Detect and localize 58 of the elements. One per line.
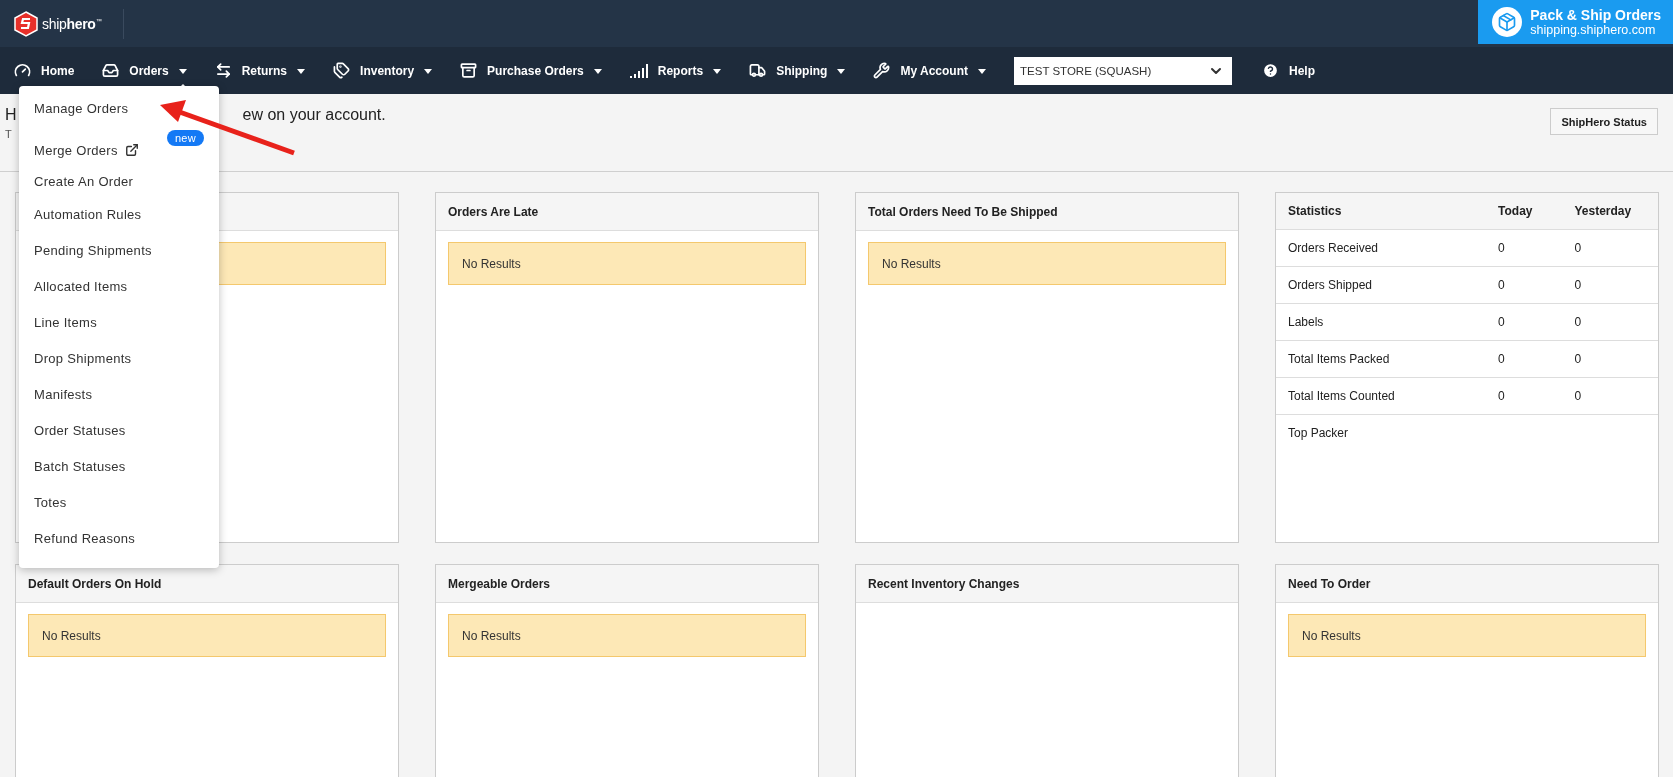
menu-item[interactable]: Pending Shipments <box>19 232 219 268</box>
menu-item[interactable]: Line Items <box>19 304 219 340</box>
nav-item[interactable]: Orders <box>102 62 169 79</box>
column-header: Yesterday <box>1562 193 1658 230</box>
brand-name: shiphero$^{™}$ <box>42 15 102 32</box>
menu-item[interactable]: Manifests <box>19 376 219 412</box>
menu-item[interactable]: Allocated Items <box>19 268 219 304</box>
page-heading: H <box>5 106 17 124</box>
panel-title: Recent Inventory Changes <box>868 576 1020 591</box>
table-cell: 0 <box>1498 278 1505 292</box>
nav-item[interactable]: Inventory <box>333 62 415 79</box>
table-cell: 0 <box>1498 315 1505 329</box>
table-cell: 0 <box>1574 278 1582 292</box>
nav-item[interactable]: Home <box>14 62 75 79</box>
table-cell: 0 <box>1498 389 1505 403</box>
table-cell: 0 <box>1498 241 1505 255</box>
menu-item[interactable]: Totes <box>19 484 219 520</box>
no-results-alert: No Results <box>1288 614 1646 657</box>
menu-item[interactable]: Drop Shipments <box>19 340 219 376</box>
page-subheading: T <box>5 128 12 140</box>
menu-item[interactable]: Create An Order <box>19 166 219 196</box>
no-results-alert: No Results <box>448 614 806 657</box>
no-results-alert: No Results <box>868 242 1226 285</box>
table-cell: 0 <box>1498 352 1505 366</box>
column-header: Statistics <box>1276 193 1487 230</box>
table-cell: 0 <box>1574 389 1582 403</box>
page-heading: ew on your account. <box>242 106 386 124</box>
no-results-alert: No Results <box>448 242 806 285</box>
table-cell: 0 <box>1574 241 1582 255</box>
nav-item[interactable]: Returns <box>214 62 288 79</box>
nav-item[interactable]: Purchase Orders <box>460 62 584 79</box>
table-cell: Orders Shipped <box>1288 278 1373 292</box>
store-select[interactable]: TEST STORE (SQUASH) <box>1014 56 1232 85</box>
panel-title: Need To Order <box>1288 576 1371 591</box>
table-cell: Orders Received <box>1288 241 1379 255</box>
nav-item[interactable]: Reports <box>629 63 704 78</box>
table-cell: 0 <box>1574 352 1582 366</box>
panel-title: Total Orders Need To Be Shipped <box>868 204 1058 219</box>
table-cell: 0 <box>1574 315 1582 329</box>
column-header: Today <box>1486 193 1563 230</box>
panel-title: Default Orders On Hold <box>28 576 162 591</box>
table-cell: Top Packer <box>1288 426 1349 440</box>
menu-item[interactable]: Manage Orders <box>19 90 219 126</box>
menu-item[interactable]: Automation Rules <box>19 196 219 232</box>
menu-item[interactable]: Order Statuses <box>19 412 219 448</box>
menu-item[interactable]: Refund Reasons <box>19 520 219 556</box>
nav-item[interactable]: My Account <box>873 62 968 79</box>
table-cell: Labels <box>1288 315 1324 329</box>
nav-item[interactable]: Shipping <box>749 62 828 79</box>
menu-item[interactable]: Batch Statuses <box>19 448 219 484</box>
help-link[interactable]: Help <box>1262 62 1316 79</box>
panel-title: Mergeable Orders <box>448 576 551 591</box>
table-cell: Total Items Counted <box>1288 389 1395 403</box>
status-button[interactable]: ShipHero Status <box>1550 108 1658 135</box>
new-badge: new <box>166 130 204 146</box>
panel-title: Orders Are Late <box>448 204 539 219</box>
table-cell: Total Items Packed <box>1288 352 1390 366</box>
no-results-alert: No Results <box>28 614 386 657</box>
